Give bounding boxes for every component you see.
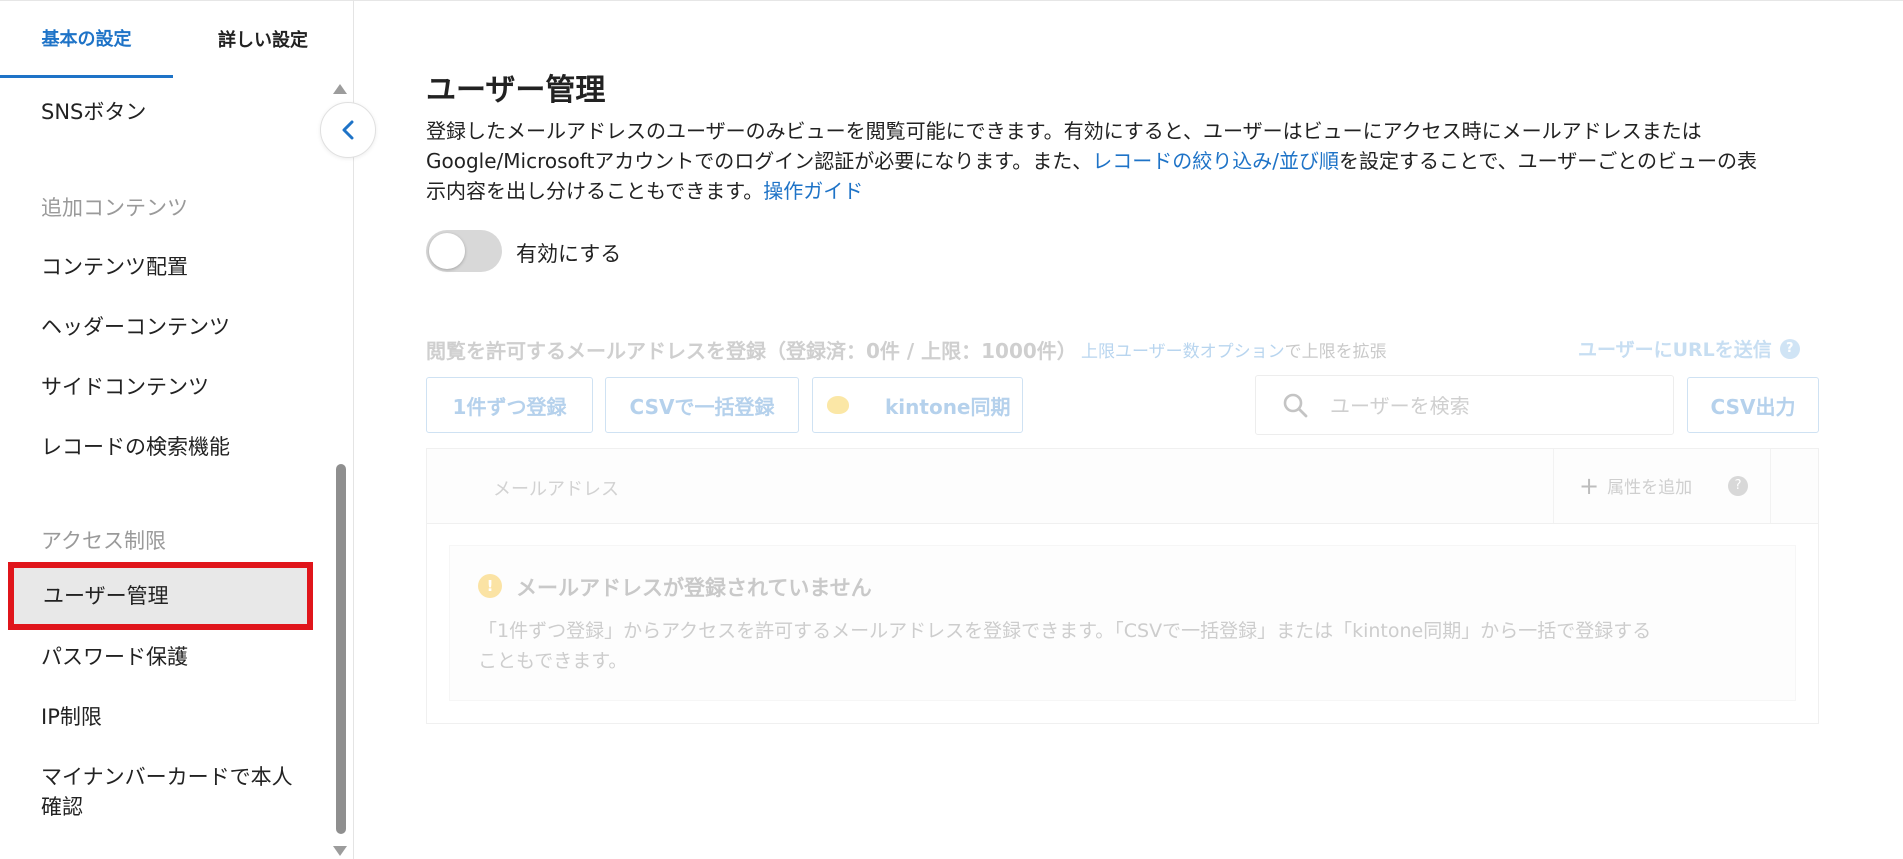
scroll-down-arrow-icon[interactable]: [333, 846, 347, 856]
page-title: ユーザー管理: [426, 73, 606, 108]
registration-title: 閲覧を許可するメールアドレスを登録（登録済：0件 / 上限：1000件）: [426, 339, 1077, 363]
plus-icon: +: [1579, 471, 1600, 500]
registration-option: 上限ユーザー数オプションで上限を拡張: [1081, 337, 1387, 362]
sidebar-tabs: 基本の設定 詳しい設定: [0, 0, 353, 78]
sidebar-item-side-content[interactable]: サイドコンテンツ: [41, 372, 209, 402]
kintone-logo-icon: [827, 396, 849, 414]
sidebar-item-label: ユーザー管理: [43, 584, 169, 608]
empty-state-line: こともできます。: [478, 650, 628, 672]
sidebar-item-label: マイナンバーカードで本人: [41, 765, 293, 789]
sidebar-section-additional-content: 追加コンテンツ: [41, 196, 188, 220]
add-attribute-button[interactable]: + 属性を追加 ?: [1579, 471, 1749, 500]
user-table: メールアドレス + 属性を追加 ? ! メールアドレスが登録されていません 「1…: [426, 448, 1819, 724]
main-content: ユーザー管理 登録したメールアドレスのユーザーのみビューを閲覧可能にできます。有…: [426, 0, 1819, 859]
csv-export-button[interactable]: CSV出力: [1687, 377, 1819, 433]
column-divider: [1770, 449, 1771, 523]
sidebar-item-content-layout[interactable]: コンテンツ配置: [41, 252, 188, 282]
question-icon[interactable]: ?: [1779, 338, 1800, 359]
sidebar-item-label-line2: 確認: [41, 795, 83, 819]
register-single-button[interactable]: 1件ずつ登録: [426, 377, 593, 433]
sidebar-item-sns-button[interactable]: SNSボタン: [41, 97, 146, 127]
description-text: を設定することで、ユーザーごとのビューの表: [1339, 149, 1758, 173]
table-header: メールアドレス + 属性を追加 ?: [427, 449, 1818, 524]
send-url-to-users-button[interactable]: ユーザーにURLを送信 ?: [1578, 335, 1800, 362]
add-attribute-label: 属性を追加: [1607, 478, 1693, 498]
csv-bulk-register-button[interactable]: CSVで一括登録: [605, 377, 799, 433]
description-text: 登録したメールアドレスのユーザーのみビューを閲覧可能にできます。有効にすると、ユ…: [426, 119, 1702, 143]
tab-detailed-settings[interactable]: 詳しい設定: [173, 0, 353, 78]
option-suffix: で上限を拡張: [1284, 342, 1387, 362]
scroll-up-arrow-icon[interactable]: [333, 84, 347, 94]
sidebar-item-record-search[interactable]: レコードの検索機能: [41, 432, 230, 462]
sidebar-nav: SNSボタン 追加コンテンツ コンテンツ配置 ヘッダーコンテンツ サイドコンテン…: [0, 80, 333, 859]
send-url-label: ユーザーにURLを送信: [1578, 339, 1772, 361]
user-search-input[interactable]: [1328, 390, 1662, 422]
question-icon[interactable]: ?: [1728, 475, 1749, 496]
warning-icon: !: [478, 574, 502, 598]
column-divider: [1553, 449, 1554, 523]
description-text: 示内容を出し分けることもできます。: [426, 179, 764, 203]
user-search-box[interactable]: [1255, 375, 1674, 435]
search-icon: [1283, 393, 1308, 418]
enable-toggle[interactable]: [426, 230, 502, 272]
toggle-knob: [429, 233, 465, 269]
chevron-left-icon: [342, 120, 354, 140]
tab-basic-settings[interactable]: 基本の設定: [0, 0, 173, 78]
sidebar-item-header-content[interactable]: ヘッダーコンテンツ: [41, 312, 230, 342]
sidebar-section-access-restriction: アクセス制限: [41, 529, 166, 553]
sidebar-item-my-number-card[interactable]: マイナンバーカードで本人 確認: [41, 762, 293, 822]
empty-state-text: 「1件ずつ登録」からアクセスを許可するメールアドレスを登録できます。「CSVで一…: [478, 616, 1778, 676]
kintone-sync-label: kintone同期: [885, 394, 1011, 419]
enable-toggle-label: 有効にする: [516, 242, 622, 266]
empty-state: ! メールアドレスが登録されていません 「1件ずつ登録」からアクセスを許可するメ…: [449, 545, 1796, 701]
operation-guide-link[interactable]: 操作ガイド: [763, 179, 863, 203]
sidebar-item-password-protection[interactable]: パスワード保護: [41, 642, 188, 672]
empty-state-line: 「1件ずつ登録」からアクセスを許可するメールアドレスを登録できます。「CSVで一…: [478, 620, 1652, 642]
column-header-email: メールアドレス: [493, 479, 619, 500]
scrollbar-thumb[interactable]: [336, 464, 346, 834]
empty-state-title: メールアドレスが登録されていません: [516, 576, 872, 600]
sidebar-item-user-management[interactable]: ユーザー管理: [8, 562, 313, 630]
sidebar-item-ip-restriction[interactable]: IP制限: [41, 702, 102, 732]
settings-sidebar: 基本の設定 詳しい設定 SNSボタン 追加コンテンツ コンテンツ配置 ヘッダーコ…: [0, 0, 354, 859]
record-filter-sort-link[interactable]: レコードの絞り込み/並び順: [1092, 149, 1339, 173]
description-text: Google/Microsoftアカウントでのログイン認証が必要になります。また…: [426, 149, 1093, 173]
collapse-sidebar-button[interactable]: [320, 102, 376, 158]
page-description: 登録したメールアドレスのユーザーのみビューを閲覧可能にできます。有効にすると、ユ…: [426, 116, 1819, 206]
kintone-sync-button[interactable]: kintone同期: [812, 377, 1023, 433]
user-limit-option-link[interactable]: 上限ユーザー数オプション: [1081, 342, 1285, 362]
